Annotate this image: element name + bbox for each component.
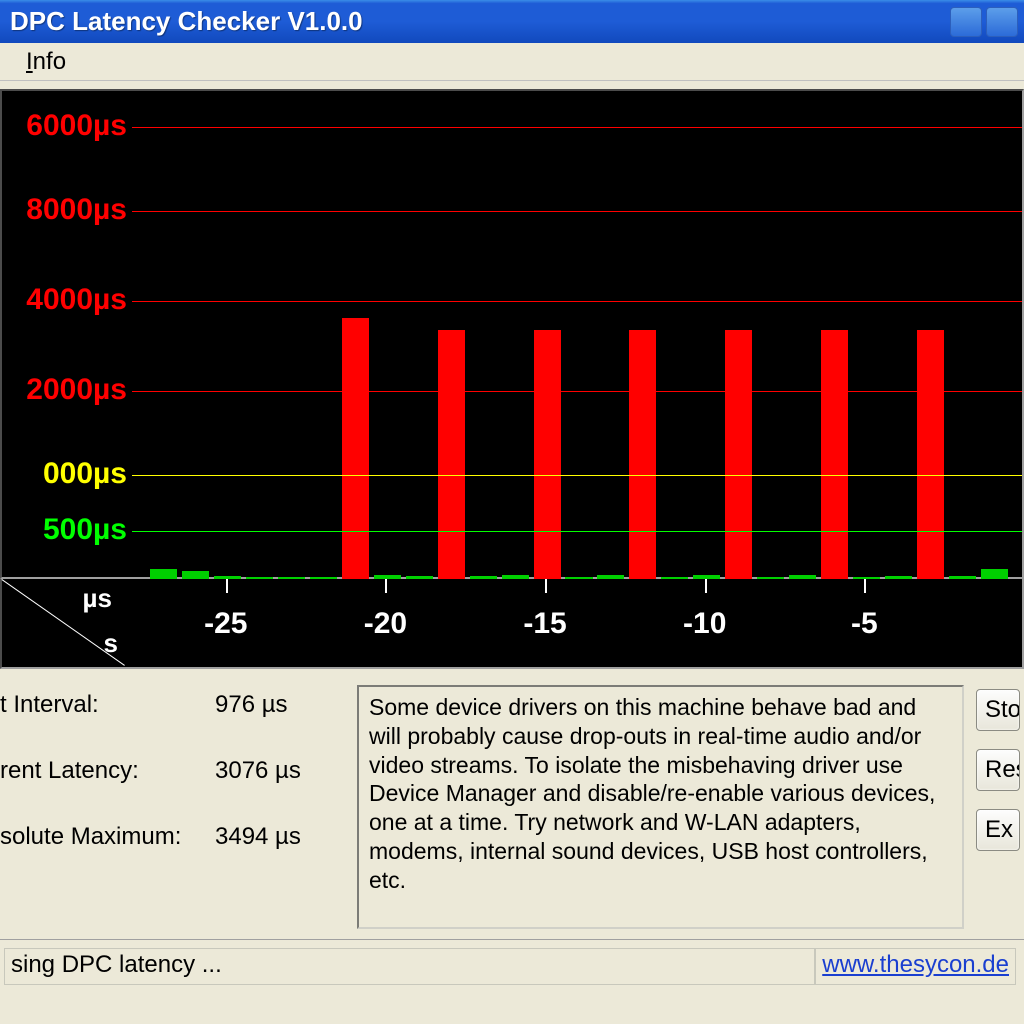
x-tick-mark [385, 579, 387, 593]
y-tick-label: 6000µs [26, 109, 127, 143]
y-axis-labels: 6000µs 8000µs 4000µs 2000µs 000µs 500µs [0, 91, 127, 581]
gridline [132, 301, 1022, 302]
y-tick-label: 000µs [43, 457, 127, 491]
latency-chart: 6000µs8000µs4000µs2000µs000µs500µs µs s … [0, 89, 1024, 669]
latency-bar [534, 330, 561, 579]
plot-background: 6000µs 8000µs 4000µs 2000µs 000µs 500µs [0, 89, 1024, 579]
latency-bar [981, 569, 1008, 579]
stop-button[interactable]: Sto [976, 689, 1020, 731]
title-bar: DPC Latency Checker V1.0.0 [0, 0, 1024, 43]
window-title: DPC Latency Checker V1.0.0 [10, 6, 363, 37]
maximize-button[interactable] [986, 7, 1018, 37]
gridline [132, 211, 1022, 212]
reset-button[interactable]: Res [976, 749, 1020, 791]
y-axis-unit: µs [83, 583, 112, 614]
latency-bar [438, 330, 465, 579]
gridline [132, 391, 1022, 392]
latency-bar [150, 569, 177, 579]
message-box: Some device drivers on this machine beha… [357, 685, 964, 929]
chart-area: 6000µs8000µs4000µs2000µs000µs500µs µs s … [0, 81, 1024, 669]
y-tick-label: 2000µs [26, 373, 127, 407]
x-axis-unit: s [104, 628, 118, 659]
x-axis: -25 -20 -15 -10 -5 [130, 579, 1024, 669]
stats-column: t Interval: 976 µs rent Latency: 3076 µs… [0, 685, 345, 929]
x-tick-label: -25 [204, 607, 247, 641]
x-tick-mark [545, 579, 547, 593]
website-link[interactable]: www.thesycon.de [822, 951, 1009, 978]
latency-bar [821, 330, 848, 579]
latency-bar [917, 330, 944, 579]
y-tick-label: 4000µs [26, 283, 127, 317]
absolute-max-label: solute Maximum: [0, 823, 215, 851]
status-link-cell: www.thesycon.de [815, 948, 1016, 985]
latency-bar [342, 318, 369, 579]
gridline [132, 475, 1022, 476]
latency-bar [629, 330, 656, 579]
status-text: sing DPC latency ... [4, 948, 815, 985]
current-latency-value: 3076 µs [215, 757, 301, 785]
y-tick-label: 8000µs [26, 193, 127, 227]
latency-bar [725, 330, 752, 579]
button-column: Sto Res Ex [976, 685, 1020, 929]
latency-bar [182, 571, 209, 579]
menu-bar: Info [0, 43, 1024, 81]
gridline [132, 127, 1022, 128]
x-tick-label: -10 [683, 607, 726, 641]
x-tick-mark [226, 579, 228, 593]
current-latency-label: rent Latency: [0, 757, 215, 785]
x-tick-label: -5 [851, 607, 878, 641]
exit-button[interactable]: Ex [976, 809, 1020, 851]
window-controls [950, 7, 1018, 37]
x-tick-label: -15 [523, 607, 566, 641]
menu-info[interactable]: Info [14, 44, 78, 80]
x-tick-mark [705, 579, 707, 593]
info-panel: t Interval: 976 µs rent Latency: 3076 µs… [0, 669, 1024, 939]
absolute-max-value: 3494 µs [215, 823, 301, 851]
interval-value: 976 µs [215, 691, 288, 719]
y-tick-label: 500µs [43, 513, 127, 547]
bars-area [132, 91, 1022, 581]
x-tick-label: -20 [364, 607, 407, 641]
status-bar: sing DPC latency ... www.thesycon.de [0, 939, 1024, 989]
axis-corner: µs s [0, 579, 130, 669]
gridline [132, 531, 1022, 532]
interval-label: t Interval: [0, 691, 215, 719]
x-tick-mark [864, 579, 866, 593]
minimize-button[interactable] [950, 7, 982, 37]
